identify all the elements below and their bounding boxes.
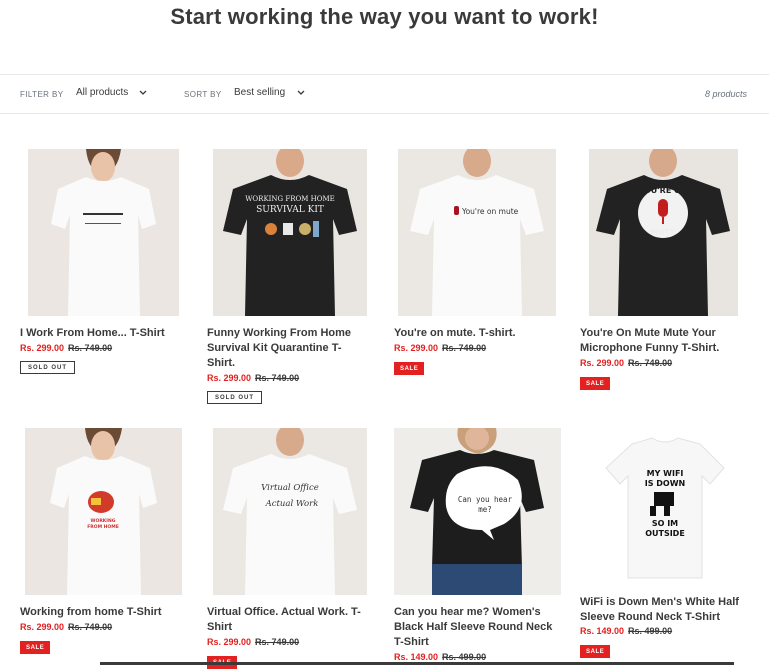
compare-price: Rs. 749.00 — [255, 637, 300, 647]
filter-sort-bar: FILTER BY All products SORT BY Best sell… — [0, 74, 769, 114]
product-card[interactable]: Can you hear me? Can you hear me? Women'… — [394, 428, 564, 668]
sale-price: Rs. 299.00 — [20, 343, 65, 353]
chevron-down-icon[interactable] — [296, 89, 306, 97]
compare-price: Rs. 749.00 — [255, 373, 300, 383]
price-row: Rs. 299.00 Rs. 749.00 — [20, 622, 112, 632]
shirt-print-line-1: MY WIFI — [647, 469, 684, 478]
compare-price: Rs. 499.00 — [442, 652, 487, 662]
product-card[interactable]: YOU'RE ON MUTE You're On Mute Mute Your … — [580, 149, 750, 394]
product-image[interactable]: You're on mute — [398, 149, 556, 316]
shirt-print-line-1: Can you hear — [458, 495, 513, 504]
product-title[interactable]: Funny Working From Home Survival Kit Qua… — [207, 326, 362, 371]
price-row: Rs. 299.00 Rs. 749.00 — [580, 358, 672, 368]
compare-price: Rs. 749.00 — [628, 358, 673, 368]
compare-price: Rs. 749.00 — [442, 343, 487, 353]
price-row: Rs. 299.00 Rs. 749.00 — [394, 343, 486, 353]
shirt-print-line-1: You're on mute — [461, 207, 519, 216]
product-image[interactable]: WORKING FROM HOME SURVIVAL KIT — [213, 149, 367, 316]
product-card[interactable]: WORKING FROM HOME SURVIVAL KIT Funny Wor… — [207, 149, 377, 409]
shirt-print-line-1: WORKING — [91, 518, 116, 524]
shirt-print-line-2: MUTE — [650, 228, 675, 237]
product-card[interactable]: I Work From Home... T-Shirt Rs. 299.00 Rs… — [20, 149, 190, 379]
price-row: Rs. 299.00 Rs. 749.00 — [20, 343, 112, 353]
shirt-print-line-2: FROM HOME — [87, 524, 119, 530]
sale-price: Rs. 149.00 — [580, 626, 625, 636]
chevron-down-icon[interactable] — [138, 89, 148, 97]
compare-price: Rs. 749.00 — [68, 622, 113, 632]
sale-price: Rs. 149.00 — [394, 652, 439, 662]
product-image[interactable]: WORKING FROM HOME — [25, 428, 182, 595]
product-card[interactable]: Virtual Office Actual Work Virtual Offic… — [207, 428, 377, 669]
product-title[interactable]: Working from home T-Shirt — [20, 605, 190, 620]
compare-price: Rs. 749.00 — [68, 343, 113, 353]
price-row: Rs. 149.00 Rs. 499.00 — [580, 626, 672, 636]
filter-label: FILTER BY — [20, 90, 64, 99]
price-row: Rs. 149.00 Rs. 499.00 — [394, 652, 486, 662]
sold-out-badge: SOLD OUT — [207, 391, 262, 404]
sale-price: Rs. 299.00 — [20, 622, 65, 632]
sale-price: Rs. 299.00 — [207, 373, 252, 383]
sale-badge: SALE — [20, 641, 51, 654]
product-title[interactable]: WiFi is Down Men's White Half Sleeve Rou… — [580, 595, 750, 625]
shirt-print-line-1: Virtual Office — [261, 483, 319, 493]
product-image[interactable]: Can you hear me? — [394, 428, 561, 595]
price-row: Rs. 299.00 Rs. 749.00 — [207, 637, 299, 647]
sort-label: SORT BY — [184, 90, 222, 99]
product-card[interactable]: MY WIFI IS DOWN SO IM OUTSIDE WiFi is Do… — [580, 428, 750, 658]
shirt-print-line-2: Actual Work — [265, 499, 319, 509]
product-image[interactable]: YOU'RE ON MUTE — [589, 149, 738, 316]
product-image[interactable]: MY WIFI IS DOWN SO IM OUTSIDE — [580, 428, 750, 595]
product-title[interactable]: I Work From Home... T-Shirt — [20, 326, 190, 341]
product-count: 8 products — [704, 89, 747, 99]
shirt-print-line-2: IS DOWN — [645, 479, 685, 488]
sale-price: Rs. 299.00 — [394, 343, 439, 353]
shirt-print-line-4: OUTSIDE — [645, 529, 685, 538]
shirt-print-line-1: WORKING FROM HOME — [245, 195, 335, 203]
sort-select[interactable]: Best selling — [234, 87, 285, 98]
compare-price: Rs. 499.00 — [628, 626, 673, 636]
sale-price: Rs. 299.00 — [207, 637, 252, 647]
product-card[interactable]: You're on mute You're on mute. T-shirt. … — [394, 149, 564, 379]
sale-badge: SALE — [394, 362, 425, 375]
product-card[interactable]: WORKING FROM HOME Working from home T-Sh… — [20, 428, 190, 658]
shirt-print-line-1: YOU'RE ON — [637, 186, 687, 195]
sale-badge: SALE — [580, 377, 611, 390]
product-title[interactable]: You're on mute. T-shirt. — [394, 326, 564, 341]
sold-out-badge: SOLD OUT — [20, 361, 75, 374]
product-title[interactable]: Can you hear me? Women's Black Half Slee… — [394, 605, 562, 650]
filter-select[interactable]: All products — [76, 87, 128, 98]
shirt-print-line-2: me? — [478, 505, 492, 514]
product-title[interactable]: You're On Mute Mute Your Microphone Funn… — [580, 326, 740, 356]
shirt-print-line-2: SURVIVAL KIT — [256, 205, 324, 215]
product-title[interactable]: Virtual Office. Actual Work. T-Shirt — [207, 605, 372, 635]
price-row: Rs. 299.00 Rs. 749.00 — [207, 373, 299, 383]
shirt-print-line-3: SO IM — [652, 519, 678, 528]
sale-badge: SALE — [580, 645, 611, 658]
sale-price: Rs. 299.00 — [580, 358, 625, 368]
page-title: Start working the way you want to work! — [170, 4, 599, 29]
product-image[interactable]: Virtual Office Actual Work — [213, 428, 367, 595]
product-image[interactable] — [28, 149, 179, 316]
